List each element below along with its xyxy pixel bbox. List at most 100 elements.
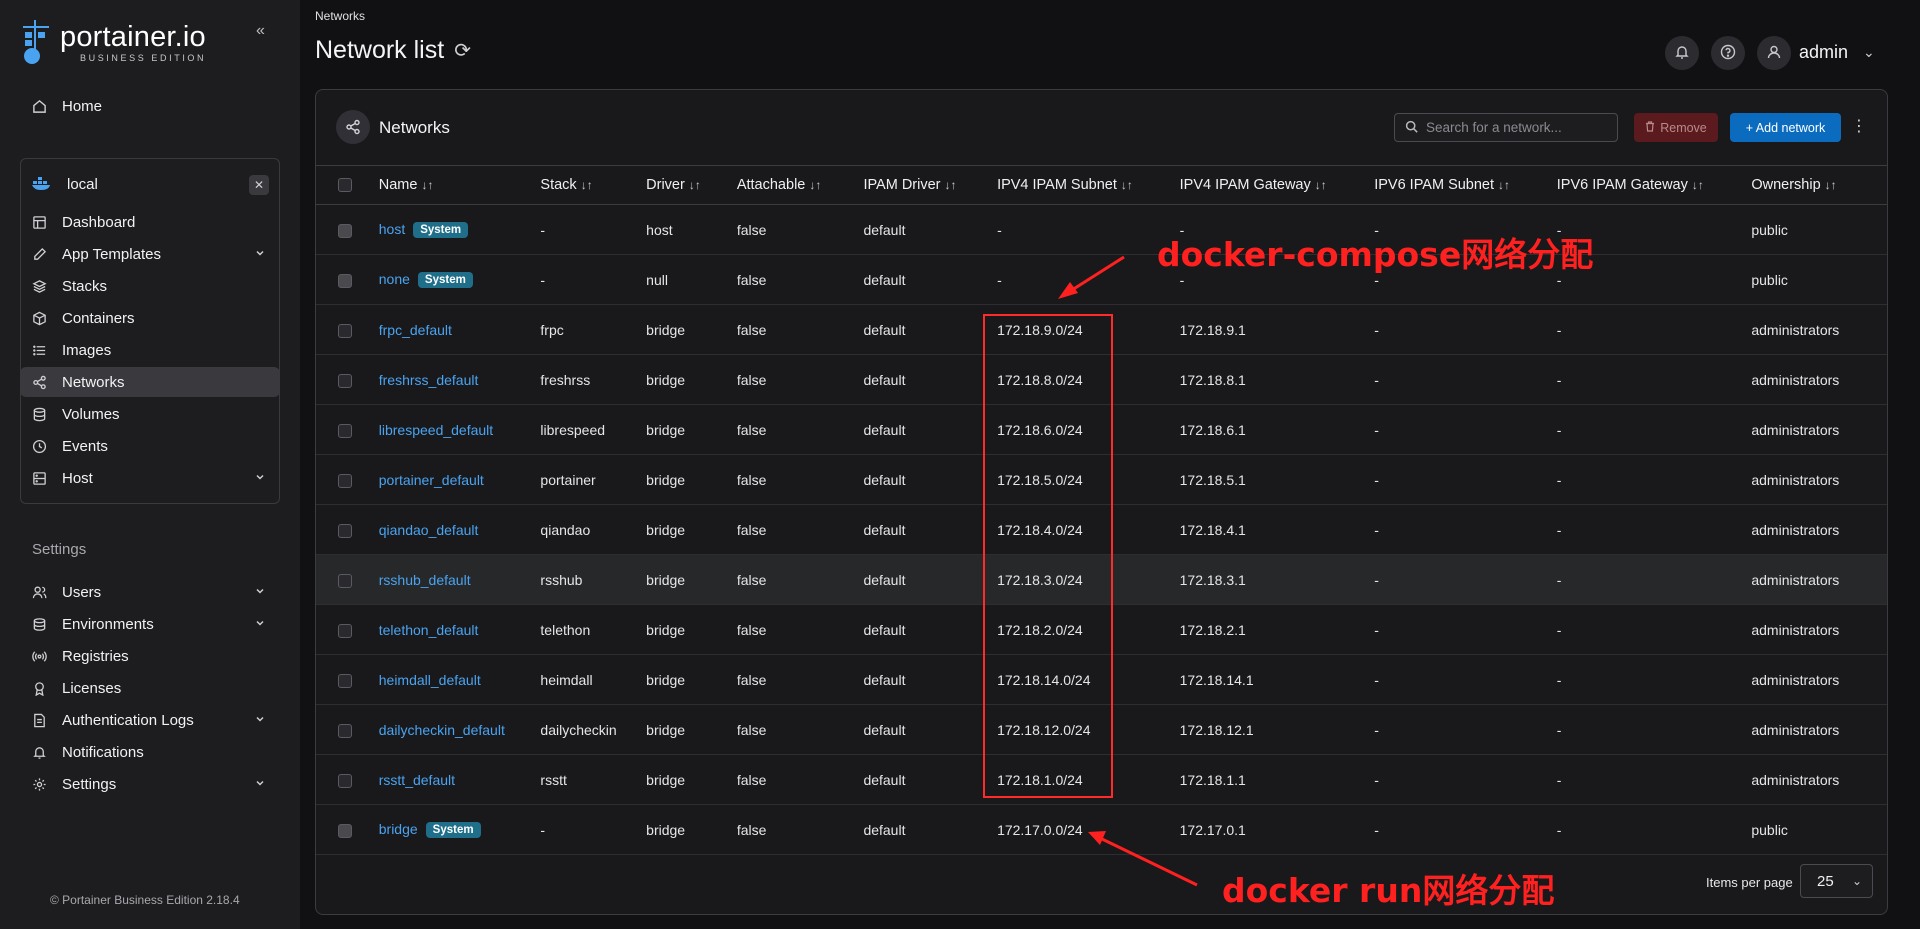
network-name-link[interactable]: qiandao_default [379, 522, 479, 538]
network-name-cell: freshrss_default [378, 354, 541, 405]
user-menu-name[interactable]: admin [1799, 42, 1848, 63]
sidebar-item-dashboard[interactable]: Dashboard [20, 207, 280, 237]
network-name-cell: telethon_default [378, 604, 541, 655]
network-name-link[interactable]: bridge [379, 821, 418, 837]
row-checkbox[interactable] [338, 323, 352, 338]
sidebar-item-events[interactable]: Events [20, 431, 280, 461]
sort-icon[interactable]: ↓↑ [1825, 178, 1837, 192]
help-button[interactable] [1711, 36, 1745, 70]
chevron-down-icon[interactable]: ⌄ [1863, 44, 1875, 61]
remove-button[interactable]: Remove [1634, 113, 1718, 142]
breadcrumb[interactable]: Networks [315, 9, 365, 23]
settings-section-title: Settings [32, 541, 87, 558]
column-header-ownership[interactable]: Ownership ↓↑ [1751, 165, 1887, 205]
add-network-button[interactable]: + Add network [1730, 113, 1841, 142]
column-header-ipv6-ipam-subnet[interactable]: IPV6 IPAM Subnet ↓↑ [1374, 165, 1557, 205]
sort-icon[interactable]: ↓↑ [1121, 178, 1133, 192]
network-name-link[interactable]: heimdall_default [379, 672, 481, 688]
row-checkbox[interactable] [338, 623, 352, 638]
sidebar-item-home[interactable]: Home [20, 91, 280, 121]
sort-icon[interactable]: ↓↑ [945, 178, 957, 192]
sort-icon[interactable]: ↓↑ [421, 178, 433, 192]
items-per-page-select[interactable]: 25 ⌄ [1800, 864, 1873, 898]
network-name-link[interactable]: librespeed_default [379, 422, 493, 438]
cell-ownership: administrators [1751, 554, 1887, 605]
network-name-link[interactable]: rsshub_default [379, 572, 471, 588]
network-name-link[interactable]: dailycheckin_default [379, 722, 505, 738]
radio-icon [30, 647, 48, 665]
sidebar-item-stacks[interactable]: Stacks [20, 271, 280, 301]
sort-icon[interactable]: ↓↑ [581, 178, 593, 192]
sidebar-item-volumes[interactable]: Volumes [20, 399, 280, 429]
refresh-icon[interactable]: ⟳ [454, 38, 471, 63]
sidebar-item-containers[interactable]: Containers [20, 303, 280, 333]
search-icon [1405, 120, 1418, 136]
cell-ownership: administrators [1751, 754, 1887, 805]
network-name-link[interactable]: portainer_default [379, 472, 484, 488]
sort-icon[interactable]: ↓↑ [1692, 178, 1704, 192]
network-name-link[interactable]: host [379, 221, 405, 237]
sort-icon[interactable]: ↓↑ [809, 178, 821, 192]
column-header-ipam-driver[interactable]: IPAM Driver ↓↑ [863, 165, 998, 205]
close-environment-icon[interactable]: ✕ [249, 175, 269, 195]
column-header-attachable[interactable]: Attachable ↓↑ [736, 165, 864, 205]
network-name-cell: frpc_default [378, 304, 541, 355]
sidebar-item-images[interactable]: Images [20, 335, 280, 365]
sidebar-item-users[interactable]: Users [20, 577, 280, 607]
cell-ipam: default [863, 704, 998, 755]
sidebar-item-networks[interactable]: Networks [20, 367, 280, 397]
cell-gateway4: 172.18.4.1 [1179, 504, 1375, 555]
file-icon [30, 711, 48, 729]
cell-ipam: default [863, 454, 998, 505]
network-name-cell: bridge System [378, 804, 541, 855]
collapse-sidebar-icon[interactable]: « [256, 22, 265, 40]
sidebar-item-licenses[interactable]: Licenses [20, 673, 280, 703]
environments-icon [30, 615, 48, 633]
column-header-ipv4-ipam-subnet[interactable]: IPV4 IPAM Subnet ↓↑ [997, 165, 1180, 205]
sidebar-item-label: Settings [62, 775, 117, 793]
row-checkbox[interactable] [338, 773, 352, 788]
sidebar-item-settings[interactable]: Settings [20, 769, 280, 799]
column-header-driver[interactable]: Driver ↓↑ [646, 165, 737, 205]
portainer-logo[interactable]: portainer.io BUSINESS EDITION [20, 18, 206, 66]
network-name-link[interactable]: frpc_default [379, 322, 452, 338]
row-checkbox[interactable] [338, 473, 352, 488]
sidebar-item-app-templates[interactable]: App Templates [20, 239, 280, 269]
sidebar-item-host[interactable]: Host [20, 463, 280, 493]
column-header-ipv4-ipam-gateway[interactable]: IPV4 IPAM Gateway ↓↑ [1179, 165, 1375, 205]
cell-attachable: false [736, 804, 864, 855]
row-checkbox [338, 273, 352, 288]
network-share-icon [336, 110, 370, 144]
row-checkbox[interactable] [338, 723, 352, 738]
network-name-link[interactable]: none [379, 271, 410, 287]
user-avatar[interactable] [1757, 36, 1791, 70]
cell-subnet4: - [997, 254, 1180, 305]
row-checkbox[interactable] [338, 673, 352, 688]
sort-icon[interactable]: ↓↑ [689, 178, 701, 192]
search-input[interactable] [1426, 120, 1606, 135]
sidebar-item-registries[interactable]: Registries [20, 641, 280, 671]
sidebar-item-notifications[interactable]: Notifications [20, 737, 280, 767]
row-checkbox[interactable] [338, 423, 352, 438]
row-checkbox[interactable] [338, 523, 352, 538]
network-name-link[interactable]: telethon_default [379, 622, 479, 638]
row-checkbox[interactable] [338, 573, 352, 588]
sidebar-item-label: Home [62, 97, 103, 115]
select-all-checkbox[interactable] [338, 178, 352, 193]
notifications-button[interactable] [1665, 36, 1699, 70]
more-options-icon[interactable]: ⋮ [1851, 116, 1867, 136]
environment-header[interactable]: local ✕ [31, 169, 269, 199]
cell-gateway6: - [1556, 354, 1752, 405]
column-header-name[interactable]: Name ↓↑ [378, 165, 541, 205]
sidebar-item-authentication-logs[interactable]: Authentication Logs [20, 705, 280, 735]
sidebar-item-environments[interactable]: Environments [20, 609, 280, 639]
column-header-stack[interactable]: Stack ↓↑ [540, 165, 647, 205]
network-name-link[interactable]: freshrss_default [379, 372, 479, 388]
network-name-link[interactable]: rsstt_default [379, 772, 455, 788]
row-checkbox[interactable] [338, 373, 352, 388]
sort-icon[interactable]: ↓↑ [1315, 178, 1327, 192]
sort-icon[interactable]: ↓↑ [1498, 178, 1510, 192]
column-header-ipv6-ipam-gateway[interactable]: IPV6 IPAM Gateway ↓↑ [1556, 165, 1752, 205]
cell-gateway4: 172.18.9.1 [1179, 304, 1375, 355]
search-box[interactable] [1394, 113, 1618, 142]
